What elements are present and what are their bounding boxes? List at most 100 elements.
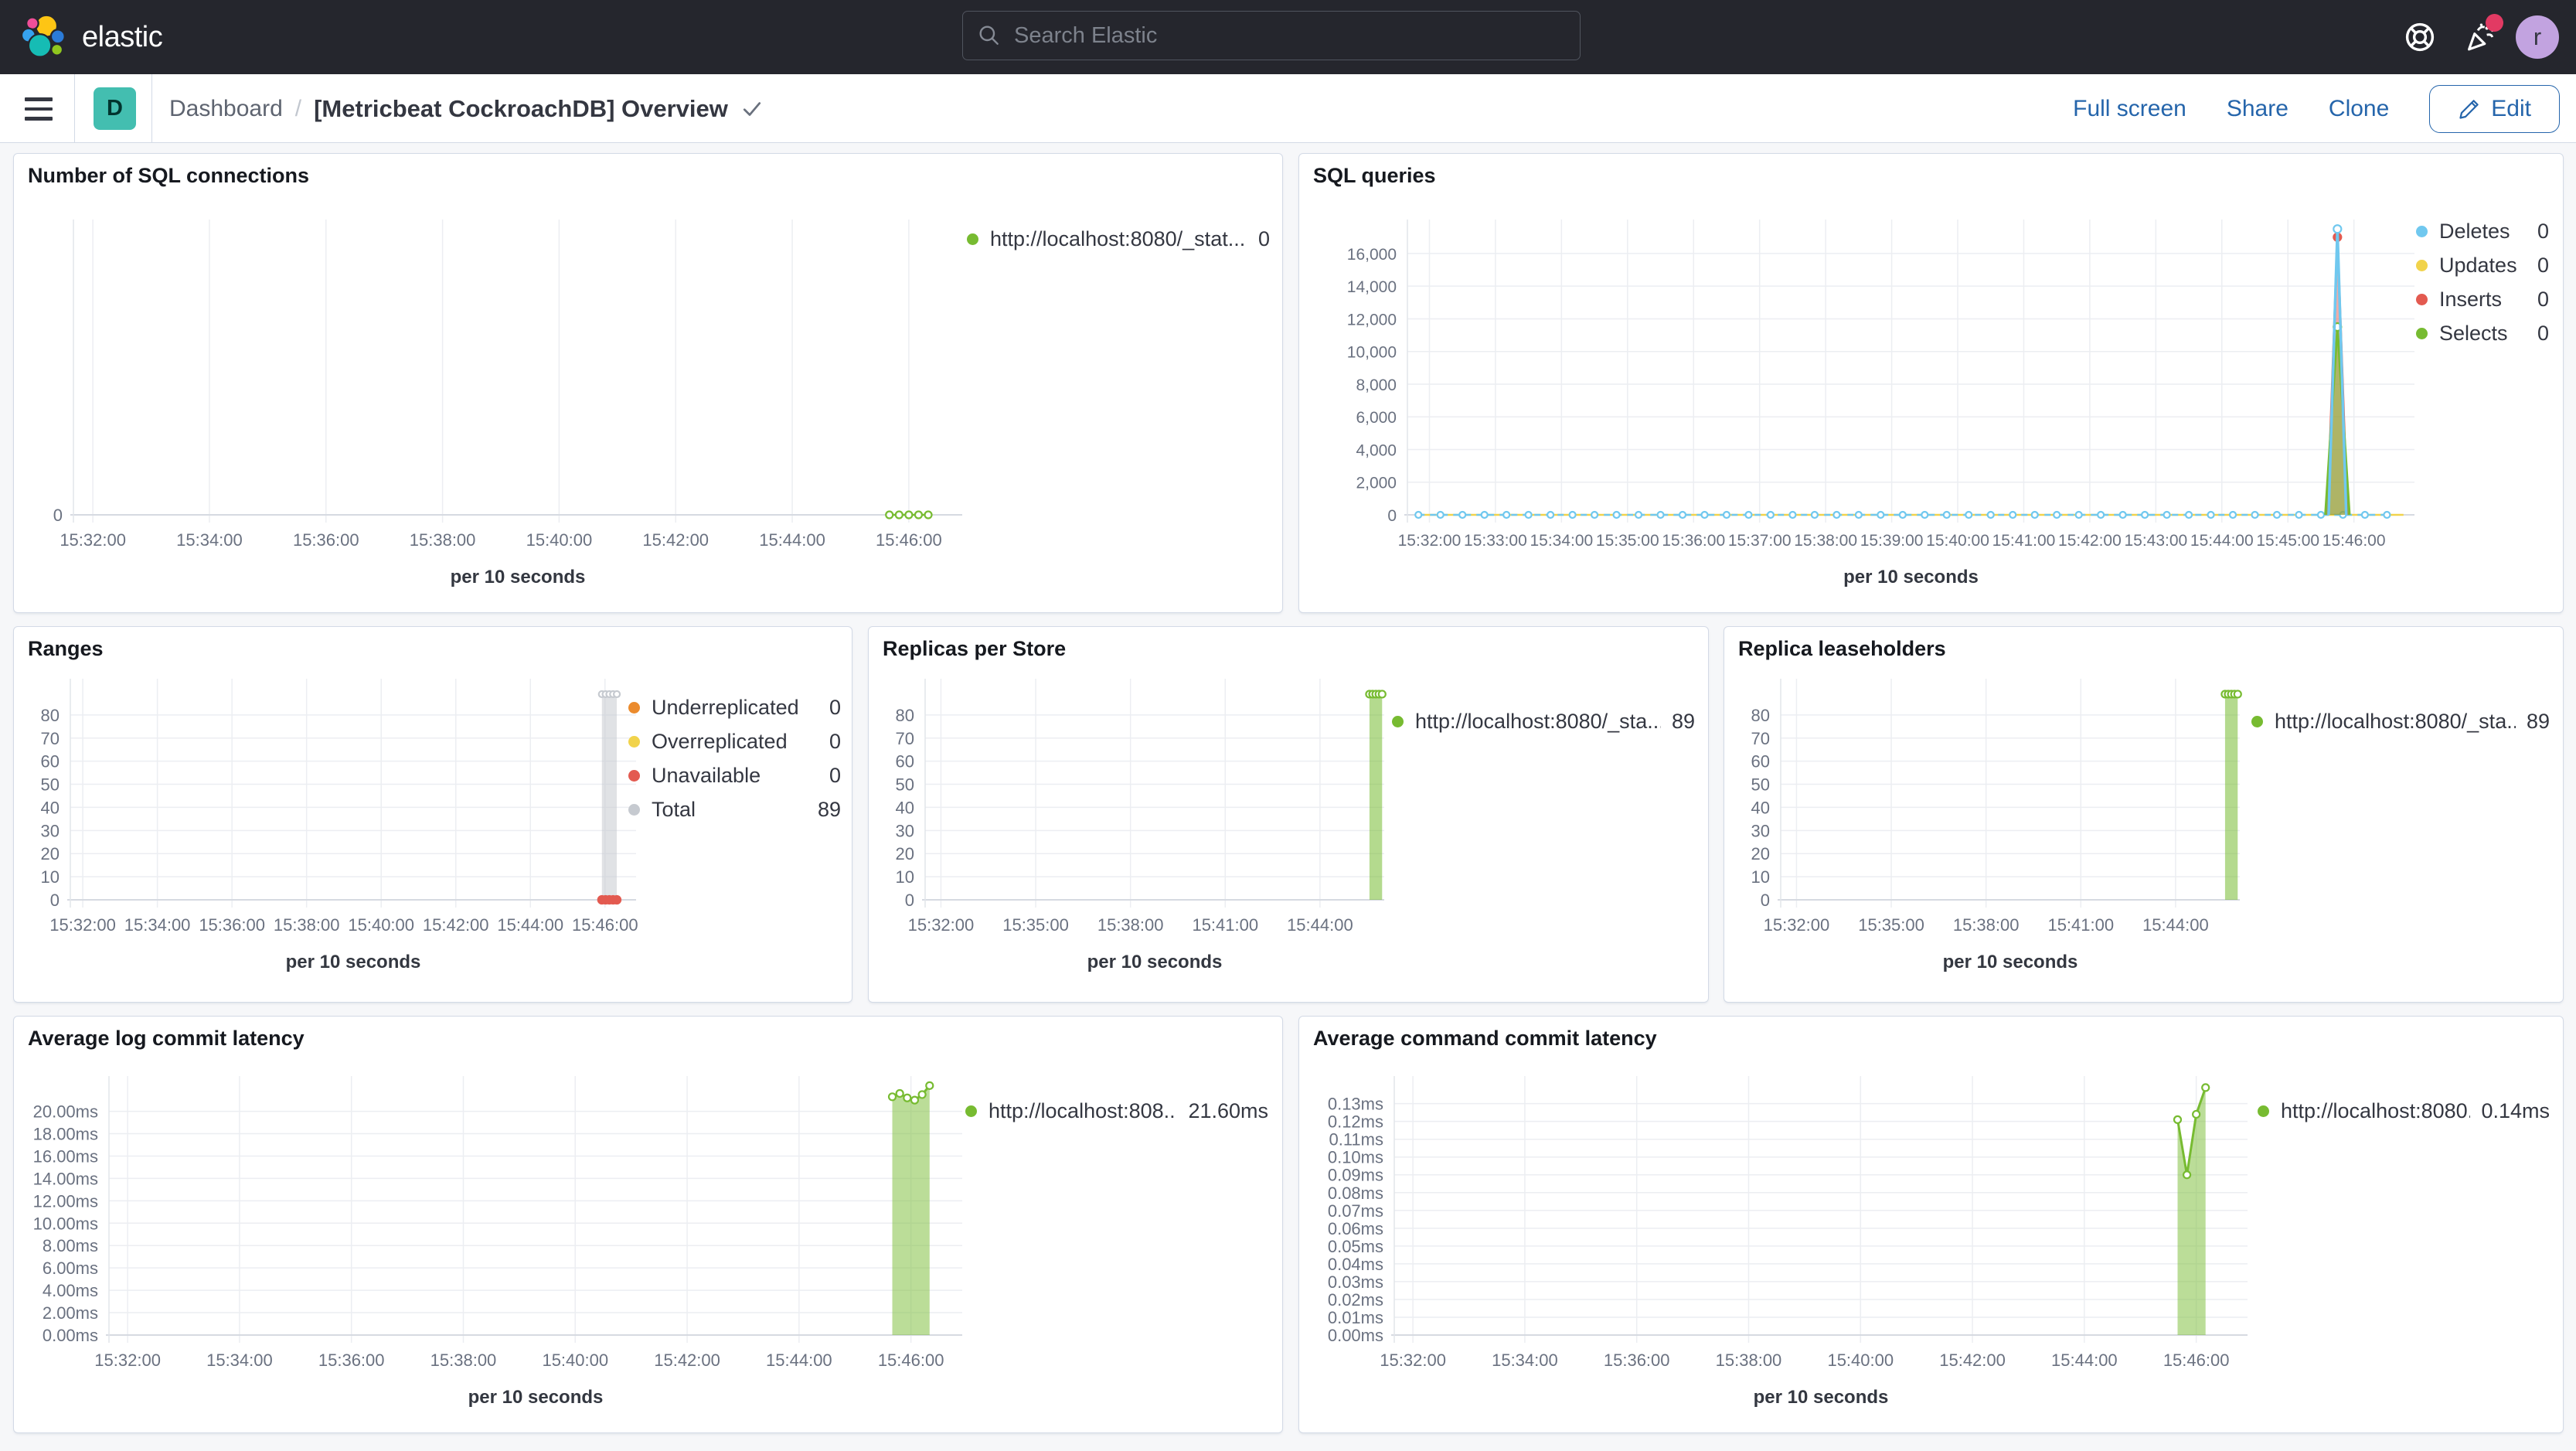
panel-title-replica-leaseholders[interactable]: Replica leaseholders [1738,637,1946,661]
chart-replicas-per-store[interactable]: 0 10 20 30 40 50 60 70 80 15:32:00 15:35:00 15:38:0… [880,673,1390,983]
svg-text:15:44:00: 15:44:00 [2142,915,2209,935]
legend-item[interactable]: http://localhost:8080/_sta... 89 [1392,704,1695,738]
share-button[interactable]: Share [2227,96,2288,122]
svg-text:10: 10 [896,867,914,887]
svg-text:15:40:00: 15:40:00 [1827,1351,1894,1370]
legend-item[interactable]: Total 89 [628,792,841,826]
svg-text:15:34:00: 15:34:00 [124,915,191,935]
svg-text:15:39:00: 15:39:00 [1860,532,1924,550]
svg-text:15:44:00: 15:44:00 [1287,915,1353,935]
panel-title-sql-connections[interactable]: Number of SQL connections [28,164,309,188]
svg-text:30: 30 [41,821,60,840]
legend-item[interactable]: Updates 0 [2416,248,2549,282]
legend-dot [2258,1105,2269,1117]
svg-text:0.02ms: 0.02ms [1328,1290,1383,1310]
legend-item[interactable]: Overreplicated 0 [628,724,841,758]
svg-text:0: 0 [53,506,63,525]
svg-text:50: 50 [41,775,60,795]
legend-dot [628,735,640,748]
svg-text:15:42:00: 15:42:00 [642,530,709,550]
svg-text:80: 80 [1751,706,1770,725]
menu-hamburger-button[interactable] [23,94,54,124]
svg-text:per 10 seconds: per 10 seconds [468,1387,604,1408]
clone-button[interactable]: Clone [2329,96,2389,122]
panel-title-sql-queries[interactable]: SQL queries [1313,164,1436,188]
legend-avg-log-commit-latency: http://localhost:808... 21.60ms [965,1094,1268,1128]
svg-text:40: 40 [896,798,914,817]
svg-text:20: 20 [896,844,914,863]
svg-text:15:38:00: 15:38:00 [1794,532,1857,550]
chart-avg-command-commit-latency[interactable]: 0.00ms0.01ms0.02ms0.03ms0.04ms0.05ms0.06… [1311,1071,2254,1419]
search-input[interactable] [1012,22,1566,49]
svg-text:15:32:00: 15:32:00 [1398,532,1462,550]
title-check-icon[interactable] [740,97,764,121]
svg-text:40: 40 [41,798,60,817]
chart-avg-log-commit-latency[interactable]: 0.00ms 2.00ms 4.00ms 6.00ms 8.00ms 10.00ms 12.… [26,1071,968,1419]
legend-value: 0.14ms [2481,1098,2550,1122]
legend-item[interactable]: Unavailable 0 [628,758,841,792]
legend-value: 0 [2537,321,2549,345]
legend-value: 0 [829,695,841,719]
panel-title-ranges[interactable]: Ranges [28,637,104,661]
legend-item[interactable]: http://localhost:8080... 0.14ms [2258,1094,2550,1128]
breadcrumb: Dashboard / [Metricbeat CockroachDB] Ove… [169,74,764,143]
user-avatar[interactable]: r [2516,15,2559,59]
panel-title-avg-log-commit-latency[interactable]: Average log commit latency [28,1027,305,1051]
legend-item[interactable]: Inserts 0 [2416,282,2549,316]
breadcrumb-dashboard-link[interactable]: Dashboard [169,96,283,122]
svg-text:15:32:00: 15:32:00 [908,915,975,935]
svg-text:60: 60 [896,752,914,771]
chart-sql-queries[interactable]: 0 2,000 4,000 6,000 8,000 10,000 12,000 14,000 1… [1311,212,2420,598]
panel-replica-leaseholders: Replica leaseholders 0 10 20 30 40 50 60 70 80 15:… [1724,626,2564,1003]
legend-value: 0 [829,729,841,753]
legend-item[interactable]: Deletes 0 [2416,214,2549,248]
svg-text:0.01ms: 0.01ms [1328,1308,1383,1327]
svg-text:0: 0 [1387,507,1397,525]
svg-text:per 10 seconds: per 10 seconds [1087,952,1223,972]
newsfeed-button[interactable] [2455,12,2505,62]
svg-text:50: 50 [1751,775,1770,795]
svg-text:12,000: 12,000 [1347,311,1397,329]
chart-replica-leaseholders[interactable]: 0 10 20 30 40 50 60 70 80 15:32:00 15:35:00 15:38:0… [1736,673,2246,983]
panel-ranges: Ranges 0 10 20 30 40 50 60 70 80 15:32:00 15:34:00 1… [13,626,852,1003]
legend-dot [1392,715,1404,727]
legend-label: Overreplicated [652,729,788,753]
panel-title-replicas-per-store[interactable]: Replicas per Store [883,637,1066,661]
svg-text:15:35:00: 15:35:00 [1596,532,1659,550]
svg-text:20: 20 [1751,844,1770,863]
svg-text:30: 30 [1751,821,1770,840]
space-badge[interactable]: D [94,87,136,130]
svg-text:8,000: 8,000 [1356,376,1397,394]
svg-text:60: 60 [41,752,60,771]
legend-item[interactable]: Underreplicated 0 [628,690,841,724]
svg-text:15:32:00: 15:32:00 [94,1351,161,1370]
panel-title-avg-command-commit-latency[interactable]: Average command commit latency [1313,1027,1657,1051]
svg-text:15:46:00: 15:46:00 [572,915,638,935]
legend-item[interactable]: http://localhost:8080/_stat... 0 [967,222,1270,256]
legend-label: Unavailable [652,763,761,787]
svg-text:14,000: 14,000 [1347,278,1397,296]
legend-value: 0 [829,763,841,787]
elastic-logo[interactable]: elastic [20,11,163,63]
chart-ranges[interactable]: 0 10 20 30 40 50 60 70 80 15:32:00 15:34:00 15:36:0… [26,673,644,983]
help-button[interactable] [2395,12,2445,62]
legend-item[interactable]: Selects 0 [2416,316,2549,350]
svg-text:per 10 seconds: per 10 seconds [1843,567,1979,588]
svg-text:50: 50 [896,775,914,795]
legend-item[interactable]: http://localhost:8080/_sta... 89 [2251,704,2550,738]
edit-button[interactable]: Edit [2429,84,2560,133]
svg-text:15:44:00: 15:44:00 [766,1351,832,1370]
legend-dot [628,803,640,816]
legend-dot [967,233,978,245]
svg-text:70: 70 [1751,729,1770,748]
legend-label: http://localhost:808... [989,1098,1178,1122]
legend-dot [628,769,640,782]
svg-text:15:42:00: 15:42:00 [1939,1351,2006,1370]
global-search[interactable] [962,11,1581,60]
legend-label: Total [652,797,696,821]
legend-item[interactable]: http://localhost:808... 21.60ms [965,1094,1268,1128]
page-title[interactable]: [Metricbeat CockroachDB] Overview [314,95,728,123]
svg-text:15:42:00: 15:42:00 [423,915,489,935]
full-screen-button[interactable]: Full screen [2073,96,2186,122]
chart-sql-connections[interactable]: 0 15:32:00 15:34:00 15:36:00 15:38:00 15:40:0… [26,212,968,598]
